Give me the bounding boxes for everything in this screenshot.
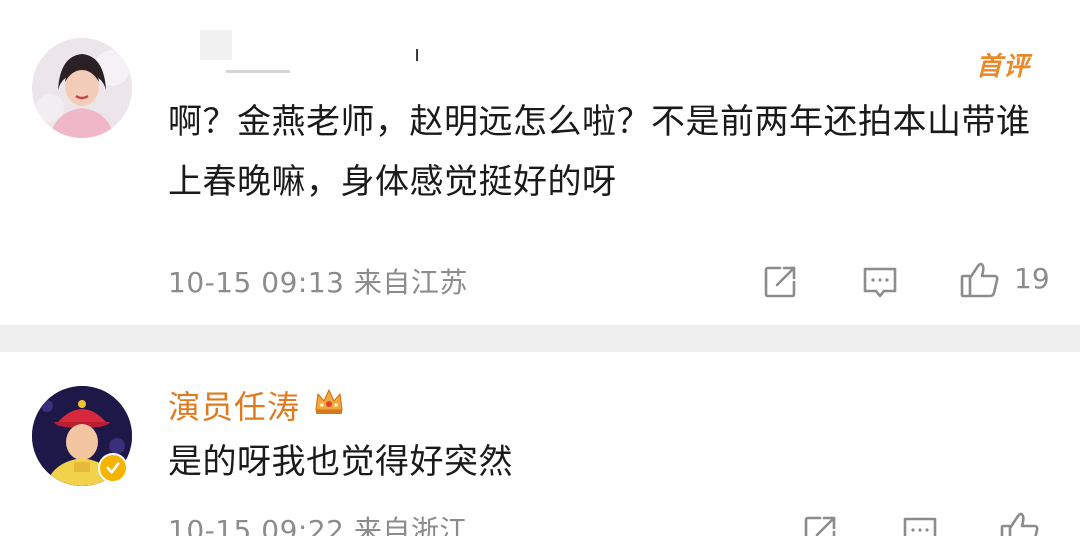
thumbs-up-icon[interactable] [998, 508, 1042, 536]
like-count: 19 [1014, 262, 1050, 295]
share-icon[interactable] [800, 512, 840, 536]
comment-item-2: 演员任涛 是的呀我也觉得好突然 10-15 09:22 来自浙江 [0, 352, 1080, 536]
comment-icon[interactable] [860, 262, 900, 302]
comment-icon[interactable] [900, 512, 940, 536]
comment-item-1: ı 首评 啊？金燕老师，赵明远怎么啦？不是前两年还拍本山带谁上春晚嘛，身体感觉挺… [0, 0, 1080, 325]
first-comment-badge: 首评 [975, 52, 1030, 82]
comment-divider [0, 325, 1080, 352]
share-icon[interactable] [760, 262, 800, 302]
username[interactable]: 演员任涛 [168, 382, 300, 428]
username-redacted: ı [190, 26, 440, 82]
thumbs-up-icon[interactable] [958, 258, 1002, 302]
comment-meta: 10-15 09:22 来自浙江 [168, 514, 468, 536]
comment-text: 啊？金燕老师，赵明远怎么啦？不是前两年还拍本山带谁上春晚嘛，身体感觉挺好的呀 [168, 102, 1031, 202]
comment-text: 是的呀我也觉得好突然 [168, 442, 513, 482]
comment-meta: 10-15 09:13 来自江苏 [168, 266, 468, 299]
user-avatar[interactable] [32, 38, 132, 138]
verified-badge-icon [98, 453, 128, 483]
username-fragment: ı [414, 42, 421, 67]
crown-icon [312, 384, 346, 418]
